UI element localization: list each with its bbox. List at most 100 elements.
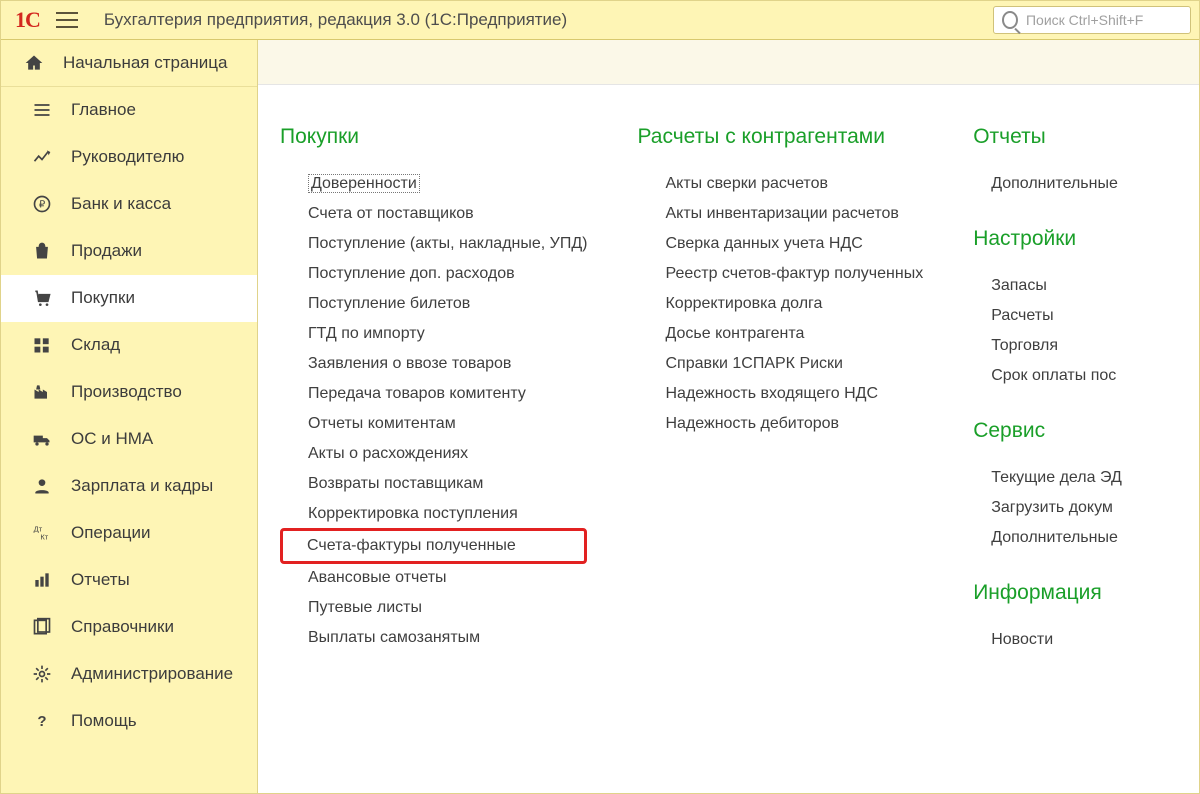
sidebar-item-label: Администрирование bbox=[71, 664, 233, 684]
link[interactable]: Дополнительные bbox=[991, 529, 1118, 546]
link[interactable]: Корректировка поступления bbox=[308, 505, 518, 522]
link-item: Счета-фактуры полученные bbox=[280, 528, 587, 564]
panel: Покупки Доверенности Счета от поставщиков П… bbox=[258, 85, 1199, 683]
link[interactable]: Счета от поставщиков bbox=[308, 205, 474, 222]
sidebar-item-0[interactable]: Главное bbox=[1, 87, 257, 134]
link[interactable]: ГТД по импорту bbox=[308, 325, 425, 342]
link-list: Новости bbox=[973, 625, 1122, 655]
section-title[interactable]: Отчеты bbox=[973, 125, 1122, 149]
sidebar-item-4[interactable]: Покупки bbox=[1, 275, 257, 322]
search-box[interactable] bbox=[993, 6, 1191, 34]
link-list: Текущие дела ЭД Загрузить докум Дополнител… bbox=[973, 463, 1122, 553]
svg-text:Кт: Кт bbox=[40, 533, 48, 542]
app-root: 1C Бухгалтерия предприятия, редакция 3.0… bbox=[0, 0, 1200, 794]
link[interactable]: Надежность дебиторов bbox=[665, 415, 839, 432]
link-list: Доверенности Счета от поставщиков Поступле… bbox=[280, 169, 587, 653]
section-title[interactable]: Покупки bbox=[280, 125, 587, 149]
topbar: 1C Бухгалтерия предприятия, редакция 3.0… bbox=[1, 1, 1199, 40]
link[interactable]: Досье контрагента bbox=[665, 325, 804, 342]
sidebar-home[interactable]: Начальная страница bbox=[1, 40, 257, 87]
link[interactable]: Акты инвентаризации расчетов bbox=[665, 205, 898, 222]
link[interactable]: Расчеты bbox=[991, 307, 1053, 324]
link-item: Дополнительные bbox=[973, 169, 1122, 199]
link[interactable]: Срок оплаты пос bbox=[991, 367, 1116, 384]
link[interactable]: Заявления о ввозе товаров bbox=[308, 355, 511, 372]
grid-icon bbox=[31, 335, 53, 355]
sidebar-item-1[interactable]: Руководителю bbox=[1, 134, 257, 181]
link-item: Торговля bbox=[973, 331, 1122, 361]
link[interactable]: Запасы bbox=[991, 277, 1047, 294]
sidebar-item-label: ОС и НМА bbox=[71, 429, 153, 449]
link[interactable]: Дополнительные bbox=[991, 175, 1118, 192]
tabs-placeholder bbox=[258, 40, 1199, 85]
link[interactable]: Путевые листы bbox=[308, 599, 422, 616]
link-item: Поступление (акты, накладные, УПД) bbox=[280, 229, 587, 259]
link[interactable]: Доверенности bbox=[308, 174, 420, 193]
link-item: Счета от поставщиков bbox=[280, 199, 587, 229]
menu-icon[interactable] bbox=[56, 12, 78, 28]
link[interactable]: Поступление билетов bbox=[308, 295, 470, 312]
link-item: Корректировка поступления bbox=[280, 499, 587, 529]
sidebar-item-2[interactable]: ₽Банк и касса bbox=[1, 181, 257, 228]
link[interactable]: Новости bbox=[991, 631, 1053, 648]
logo-icon: 1C bbox=[15, 7, 40, 33]
sidebar-item-10[interactable]: Отчеты bbox=[1, 557, 257, 604]
sidebar-item-label: Производство bbox=[71, 382, 182, 402]
link[interactable]: Надежность входящего НДС bbox=[665, 385, 878, 402]
sidebar-item-6[interactable]: Производство bbox=[1, 369, 257, 416]
link[interactable]: Отчеты комитентам bbox=[308, 415, 456, 432]
link[interactable]: Счета-фактуры полученные bbox=[307, 537, 516, 554]
link-list: Акты сверки расчетов Акты инвентаризации … bbox=[637, 169, 923, 439]
section-title[interactable]: Сервис bbox=[973, 419, 1122, 443]
link[interactable]: Реестр счетов-фактур полученных bbox=[665, 265, 923, 282]
link[interactable]: Загрузить докум bbox=[991, 499, 1113, 516]
sidebar-item-8[interactable]: Зарплата и кадры bbox=[1, 463, 257, 510]
cart-icon bbox=[31, 288, 53, 308]
link[interactable]: Передача товаров комитенту bbox=[308, 385, 526, 402]
section-title[interactable]: Информация bbox=[973, 581, 1122, 605]
sidebar-item-11[interactable]: Справочники bbox=[1, 604, 257, 651]
section-title[interactable]: Расчеты с контрагентами bbox=[637, 125, 923, 149]
section-title[interactable]: Настройки bbox=[973, 227, 1122, 251]
link[interactable]: Сверка данных учета НДС bbox=[665, 235, 862, 252]
content: Покупки Доверенности Счета от поставщиков П… bbox=[258, 40, 1199, 793]
link[interactable]: Акты сверки расчетов bbox=[665, 175, 828, 192]
link[interactable]: Выплаты самозанятым bbox=[308, 629, 480, 646]
link[interactable]: Справки 1СПАРК Риски bbox=[665, 355, 843, 372]
link[interactable]: Поступление (акты, накладные, УПД) bbox=[308, 235, 587, 252]
link-item: Авансовые отчеты bbox=[280, 563, 587, 593]
link-item: ГТД по импорту bbox=[280, 319, 587, 349]
link-item: Запасы bbox=[973, 271, 1122, 301]
link-item: Доверенности bbox=[280, 169, 587, 199]
books-icon bbox=[31, 617, 53, 637]
lines-icon bbox=[31, 100, 53, 120]
sidebar-item-9[interactable]: ДтКтОперации bbox=[1, 510, 257, 557]
link-item: Отчеты комитентам bbox=[280, 409, 587, 439]
link-item: Расчеты bbox=[973, 301, 1122, 331]
sidebar-item-3[interactable]: Продажи bbox=[1, 228, 257, 275]
sidebar-item-label: Помощь bbox=[71, 711, 137, 731]
search-input[interactable] bbox=[1024, 11, 1182, 29]
bag-icon bbox=[31, 241, 53, 261]
link-item: Новости bbox=[973, 625, 1122, 655]
sidebar-home-label: Начальная страница bbox=[63, 53, 228, 73]
link-item: Досье контрагента bbox=[637, 319, 923, 349]
search-icon bbox=[1002, 11, 1018, 29]
sidebar-item-label: Главное bbox=[71, 100, 136, 120]
link[interactable]: Текущие дела ЭД bbox=[991, 469, 1122, 486]
link[interactable]: Акты о расхождениях bbox=[308, 445, 468, 462]
link-item: Загрузить докум bbox=[973, 493, 1122, 523]
sidebar-item-7[interactable]: ОС и НМА bbox=[1, 416, 257, 463]
sidebar-item-label: Зарплата и кадры bbox=[71, 476, 213, 496]
link[interactable]: Возвраты поставщикам bbox=[308, 475, 483, 492]
svg-text:₽: ₽ bbox=[39, 199, 46, 210]
link[interactable]: Авансовые отчеты bbox=[308, 569, 447, 586]
sidebar-item-label: Покупки bbox=[71, 288, 135, 308]
link[interactable]: Поступление доп. расходов bbox=[308, 265, 515, 282]
sidebar-item-13[interactable]: ?Помощь bbox=[1, 698, 257, 745]
link[interactable]: Торговля bbox=[991, 337, 1058, 354]
sidebar-item-5[interactable]: Склад bbox=[1, 322, 257, 369]
link[interactable]: Корректировка долга bbox=[665, 295, 822, 312]
sidebar: Начальная страница Главное Руководителю₽Б… bbox=[1, 40, 258, 793]
sidebar-item-12[interactable]: Администрирование bbox=[1, 651, 257, 698]
